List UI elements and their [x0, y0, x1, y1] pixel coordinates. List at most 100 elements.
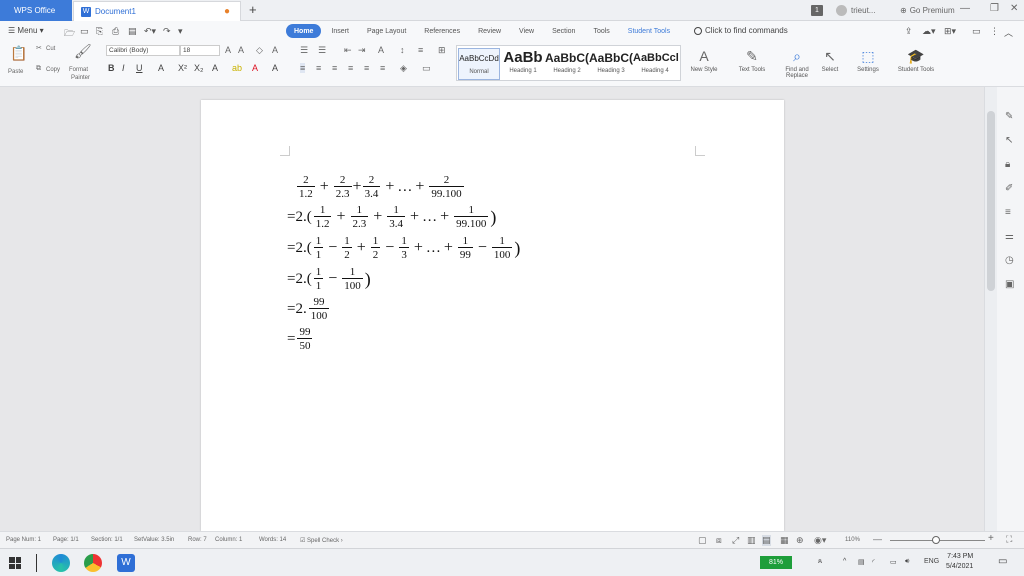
zoom-out-icon[interactable]: — [873, 534, 882, 544]
globe-icon[interactable]: ⊕ [796, 535, 804, 546]
edge-icon[interactable] [52, 554, 70, 572]
tab-insert[interactable]: Insert [323, 24, 357, 38]
page-count[interactable]: Page: 1/1 [53, 537, 79, 543]
zoom-slider-knob[interactable] [932, 536, 940, 544]
strikethrough-icon[interactable]: A [158, 63, 164, 73]
align-left-icon[interactable]: ≡ [300, 63, 306, 73]
battery-indicator[interactable]: 81% [760, 556, 792, 569]
tab-home[interactable]: Home [286, 24, 322, 38]
style-heading-2[interactable]: AaBbC(Heading 2 [545, 48, 589, 80]
restore-icon[interactable]: ❐ [990, 3, 999, 14]
window-count-badge[interactable]: 1 [811, 5, 823, 16]
justify-icon[interactable]: ≡ [348, 63, 353, 73]
select-button[interactable]: ↖ Select [816, 45, 844, 73]
grow-font-icon[interactable]: A [225, 45, 231, 55]
redo-icon[interactable]: ↷ [163, 26, 171, 37]
windows-start-icon[interactable] [9, 557, 21, 569]
table-border-icon[interactable]: ▭ [422, 63, 431, 74]
wps-writer-icon[interactable]: W [117, 554, 135, 572]
minimize-icon[interactable]: — [960, 3, 970, 14]
wifi-icon[interactable]: ◜ [872, 558, 875, 566]
battery-icon[interactable]: ▭ [890, 558, 897, 566]
paste-icon[interactable]: 📋 [10, 45, 27, 62]
chinese-layout-icon[interactable]: A [378, 45, 384, 55]
comment-icon[interactable]: ▭ [972, 26, 981, 37]
panel-icon[interactable]: ▣ [1005, 279, 1014, 290]
chrome-icon[interactable] [84, 554, 102, 572]
preview-icon[interactable]: ▤ [128, 26, 137, 37]
web-layout-icon[interactable]: ▦ [780, 535, 789, 546]
eye-protection-icon[interactable]: ◉▾ [814, 535, 826, 546]
sliders-icon[interactable]: ⚌ [1005, 231, 1014, 242]
undo-icon[interactable]: ↶▾ [144, 26, 156, 37]
bullets-icon[interactable]: ☰ [300, 45, 308, 56]
edit-icon[interactable]: ✐ [1005, 183, 1013, 194]
save-icon[interactable]: ▭ [80, 26, 89, 37]
page-view-icon[interactable]: ▤ [762, 535, 771, 546]
spell-check-button[interactable]: ☑ Spell Check › [300, 537, 343, 544]
char-shading-icon[interactable]: A [272, 63, 278, 73]
pen-icon[interactable]: ✎ [1005, 111, 1013, 122]
fullscreen-icon[interactable]: ⤢ [732, 535, 739, 546]
text-effects-icon[interactable]: A [212, 63, 218, 73]
clock[interactable]: 7:43 PM 5/4/2021 [946, 552, 973, 572]
copy-icon[interactable]: ⧉ [36, 65, 41, 73]
align-center-icon[interactable]: ≡ [316, 63, 321, 73]
set-value[interactable]: SetValue: 3.5in [134, 537, 174, 543]
task-view-icon[interactable] [36, 554, 37, 572]
tray-expand-icon[interactable]: ^ [843, 558, 846, 565]
new-style-button[interactable]: A New Style [686, 45, 722, 73]
history-icon[interactable]: ◷ [1005, 255, 1014, 266]
format-painter-icon[interactable]: 🖌 [74, 43, 92, 60]
page-num[interactable]: Page Num: 1 [6, 537, 41, 543]
export-icon[interactable]: ⎘ [96, 26, 103, 37]
zoom-in-icon[interactable]: + [988, 533, 994, 544]
font-size-select[interactable]: 18 [180, 45, 220, 56]
volume-icon[interactable]: 🔊︎ [905, 558, 909, 566]
subscript-icon[interactable]: X₂ [194, 63, 204, 73]
para-spacing-icon[interactable]: ≡ [380, 63, 385, 73]
print-icon[interactable]: ⎙ [112, 26, 119, 37]
style-heading-1[interactable]: AaBb Heading 1 [502, 48, 544, 80]
vertical-scrollbar[interactable] [985, 87, 997, 531]
highlight-icon[interactable]: ab [232, 63, 242, 73]
line-spacing-icon[interactable]: ≡ [418, 45, 423, 55]
superscript-icon[interactable]: X² [178, 63, 187, 73]
lock-icon[interactable]: 🔒︎ [1005, 159, 1010, 170]
text-tools-button[interactable]: ✎ Text Tools [732, 45, 772, 73]
go-premium-button[interactable]: ⊕ Go Premium [900, 0, 955, 21]
share-icon[interactable]: ⇪ [905, 26, 913, 37]
find-replace-button[interactable]: ⌕ Find and Replace [780, 45, 814, 79]
scroll-thumb[interactable] [987, 111, 995, 291]
font-name-select[interactable]: Calibri (Body) [106, 45, 180, 56]
tab-references[interactable]: References [416, 24, 468, 38]
numbering-icon[interactable]: ☰ [318, 45, 326, 56]
tablet-icon[interactable]: ▤ [858, 558, 865, 566]
underline-icon[interactable]: U [136, 63, 143, 73]
bold-icon[interactable]: B [108, 63, 115, 73]
language-indicator[interactable]: ENG [924, 558, 939, 565]
style-normal[interactable]: AaBbCcDd Normal [458, 48, 500, 80]
notification-icon[interactable]: ▭ [998, 556, 1007, 567]
more-icon[interactable]: ⋮ [990, 26, 999, 37]
customize-qa-icon[interactable]: ▾ [178, 26, 183, 37]
read-mode-icon[interactable]: ▥ [747, 535, 756, 546]
tab-review[interactable]: Review [470, 24, 509, 38]
shrink-font-icon[interactable]: A [238, 45, 244, 55]
document-area[interactable] [0, 87, 984, 531]
distribute-icon[interactable]: ≡ [364, 63, 369, 73]
close-icon[interactable]: ✕ [1010, 3, 1018, 14]
tab-document[interactable]: W Document1 ● [73, 1, 241, 21]
borders-icon[interactable]: ⊞ [438, 45, 446, 56]
new-tab-button[interactable]: + [249, 2, 257, 17]
collapse-ribbon-icon[interactable]: ︿ [1004, 26, 1013, 39]
increase-indent-icon[interactable]: ⇥ [358, 45, 366, 56]
word-count[interactable]: Words: 14 [259, 537, 286, 543]
align-right-icon[interactable]: ≡ [332, 63, 337, 73]
list-icon[interactable]: ≡ [1005, 207, 1011, 218]
tab-page-layout[interactable]: Page Layout [359, 24, 414, 38]
user-account[interactable]: trieut... [836, 0, 875, 21]
style-heading-4[interactable]: AaBbCcl Heading 4 [633, 48, 679, 80]
cloud-icon[interactable]: ☁▾ [922, 26, 936, 37]
font-color-icon[interactable]: A [252, 63, 258, 73]
